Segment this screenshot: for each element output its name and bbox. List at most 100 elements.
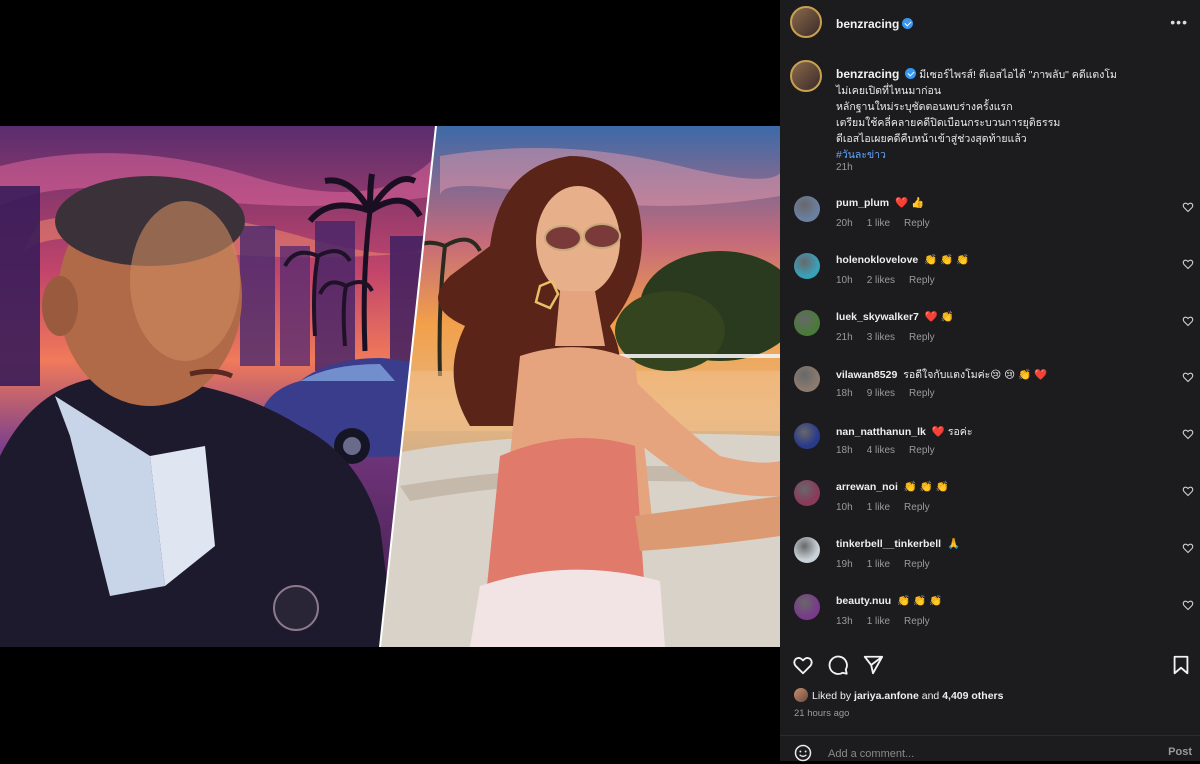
smiley-icon[interactable] — [794, 744, 812, 762]
comment-row: vilawan8529 รอดีใจกับแตงโมค่ะ😢 😢 👏 ❤️ 18h 9… — [780, 366, 1200, 422]
comment-meta: 21h 3 likes Reply — [836, 332, 949, 343]
comment-body: ❤️ 👏 — [924, 310, 954, 323]
caption-line: เตรียมใช้คลี่คลายคดีปิดเบือนกระบวนการยุต… — [836, 117, 1061, 129]
comment-body: รอดีใจกับแตงโมค่ะ😢 😢 👏 ❤️ — [903, 369, 1048, 382]
author-name-row: benzracing — [836, 15, 914, 33]
comment-like-heart-icon[interactable] — [1182, 485, 1194, 497]
reply-button[interactable]: Reply — [904, 559, 930, 570]
comment-text-row: arrewan_noi 👏 👏 👏 — [836, 480, 949, 493]
comment-like-count[interactable]: 1 like — [867, 616, 890, 627]
comment-text-row: vilawan8529 รอดีใจกับแตงโมค่ะ😢 😢 👏 ❤️ — [836, 366, 1047, 383]
comment-body: 👏 👏 👏 — [924, 253, 970, 266]
likes-summary: Liked by jariya.anfone and 4,409 others — [794, 688, 1003, 702]
commenter-username[interactable]: arrewan_noi — [836, 481, 898, 493]
comment-meta: 10h 1 like Reply — [836, 502, 944, 513]
illustration-woman-boat — [380, 148, 780, 647]
verified-badge-icon — [905, 68, 917, 79]
commenter-username[interactable]: nan_natthanun_lk — [836, 426, 926, 438]
commenter-avatar[interactable] — [794, 366, 820, 393]
author-avatar[interactable] — [790, 6, 822, 38]
liker-username[interactable]: jariya.anfone — [854, 690, 919, 702]
comment-like-count[interactable]: 3 likes — [867, 332, 895, 343]
comment-time: 10h — [836, 274, 853, 286]
commenter-avatar[interactable] — [794, 593, 820, 620]
reply-button[interactable]: Reply — [909, 388, 935, 399]
comment-like-heart-icon[interactable] — [1182, 371, 1194, 383]
commenter-username[interactable]: tinkerbell__tinkerbell — [836, 538, 941, 550]
comment-text-row: nan_natthanun_lk ❤️ รอค่ะ — [836, 423, 972, 440]
comment-body: ❤️ 👍 — [895, 197, 925, 209]
comment-row: nan_natthanun_lk ❤️ รอค่ะ 18h 4 likes Reply — [780, 423, 1200, 479]
post-media[interactable] — [0, 0, 780, 761]
action-bar — [780, 650, 1200, 678]
paper-plane-icon[interactable] — [862, 654, 884, 676]
likes-others[interactable]: 4,409 others — [942, 690, 1003, 702]
reply-button[interactable]: Reply — [904, 616, 930, 627]
caption-timestamp: 21h — [836, 162, 853, 173]
author-username[interactable]: benzracing — [836, 17, 899, 31]
commenter-username[interactable]: luek_skywalker7 — [836, 311, 919, 323]
commenter-avatar[interactable] — [794, 252, 820, 279]
commenter-username[interactable]: holenoklovelove — [836, 254, 918, 266]
caption-hashtag[interactable]: #วันละข่าว — [836, 147, 1166, 163]
comment-time: 20h — [836, 218, 853, 229]
commenter-avatar[interactable] — [794, 309, 820, 336]
commenter-username[interactable]: pum_plum — [836, 197, 889, 209]
comment-meta: 18h 9 likes Reply — [836, 388, 949, 399]
heart-outline-icon[interactable] — [792, 654, 814, 676]
comment-like-heart-icon[interactable] — [1182, 542, 1194, 554]
comment-body: 🙏 — [947, 537, 961, 550]
caption-username[interactable]: benzracing — [836, 67, 899, 81]
post-header: benzracing ••• — [780, 0, 1200, 44]
comment-text-row: luek_skywalker7 ❤️ 👏 — [836, 310, 954, 323]
comment-meta: 20h 1 like Reply — [836, 218, 944, 229]
comment-text-row: pum_plum ❤️ 👍 — [836, 196, 924, 209]
comment-like-heart-icon[interactable] — [1182, 428, 1194, 440]
bookmark-icon[interactable] — [1170, 654, 1192, 676]
post-sidebar: benzracing ••• benzracing มีเซอร์ไพรส์! … — [780, 0, 1200, 764]
commenter-avatar[interactable] — [794, 196, 820, 222]
comment-like-count[interactable]: 1 like — [867, 502, 890, 513]
comment-row: arrewan_noi 👏 👏 👏 10h 1 like Reply — [780, 480, 1200, 536]
commenter-username[interactable]: beauty.nuu — [836, 595, 891, 607]
comment-like-heart-icon[interactable] — [1182, 599, 1194, 611]
comment-row: beauty.nuu 👏 👏 👏 13h 1 like Reply — [780, 593, 1200, 650]
commenter-avatar[interactable] — [794, 536, 820, 563]
comment-like-count[interactable]: 2 likes — [867, 275, 895, 286]
reply-button[interactable]: Reply — [904, 218, 930, 229]
comment-like-count[interactable]: 4 likes — [867, 445, 895, 456]
comment-like-count[interactable]: 1 like — [867, 559, 890, 570]
commenter-avatar[interactable] — [794, 480, 820, 506]
more-horizontal-icon[interactable]: ••• — [1170, 14, 1188, 30]
comment-like-count[interactable]: 1 like — [867, 218, 890, 229]
likes-prefix: Liked by — [812, 690, 852, 702]
comment-bubble-icon[interactable] — [827, 654, 849, 676]
comment-time: 13h — [836, 615, 853, 627]
comment-like-heart-icon[interactable] — [1182, 315, 1194, 327]
comment-time: 18h — [836, 445, 853, 457]
comment-input[interactable] — [826, 744, 1130, 764]
comment-like-count[interactable]: 9 likes — [867, 388, 895, 399]
comment-body: ❤️ รอค่ะ — [931, 426, 973, 439]
comment-meta: 19h 1 like Reply — [836, 559, 944, 570]
caption-avatar[interactable] — [790, 60, 822, 92]
caption-line: ดีเอสไอเผยคดีคืบหน้าเข้าสู่ช่วงสุดท้ายแล… — [836, 133, 1027, 145]
comment-meta: 10h 2 likes Reply — [836, 275, 949, 286]
post-comment-button[interactable]: Post — [1168, 746, 1192, 758]
commenter-avatar[interactable] — [794, 423, 820, 450]
comment-time: 21h — [836, 331, 853, 343]
comment-like-heart-icon[interactable] — [1182, 258, 1194, 270]
reply-button[interactable]: Reply — [909, 445, 935, 456]
comment-like-heart-icon[interactable] — [1182, 201, 1194, 213]
reply-button[interactable]: Reply — [904, 502, 930, 513]
caption-text: มีเซอร์ไพรส์! ดีเอสไอได้ "ภาพลับ" คดีแตง… — [919, 69, 1117, 81]
commenter-username[interactable]: vilawan8529 — [836, 369, 897, 381]
comment-text-row: beauty.nuu 👏 👏 👏 — [836, 594, 942, 607]
media-panel-right — [380, 126, 780, 647]
comment-box: Post — [780, 735, 1200, 764]
comment-row: pum_plum ❤️ 👍 20h 1 like Reply — [780, 196, 1200, 252]
reply-button[interactable]: Reply — [909, 332, 935, 343]
post-caption: benzracing มีเซอร์ไพรส์! ดีเอสไอได้ "ภาพ… — [836, 66, 1166, 163]
liker-avatar — [794, 688, 808, 702]
reply-button[interactable]: Reply — [909, 275, 935, 286]
